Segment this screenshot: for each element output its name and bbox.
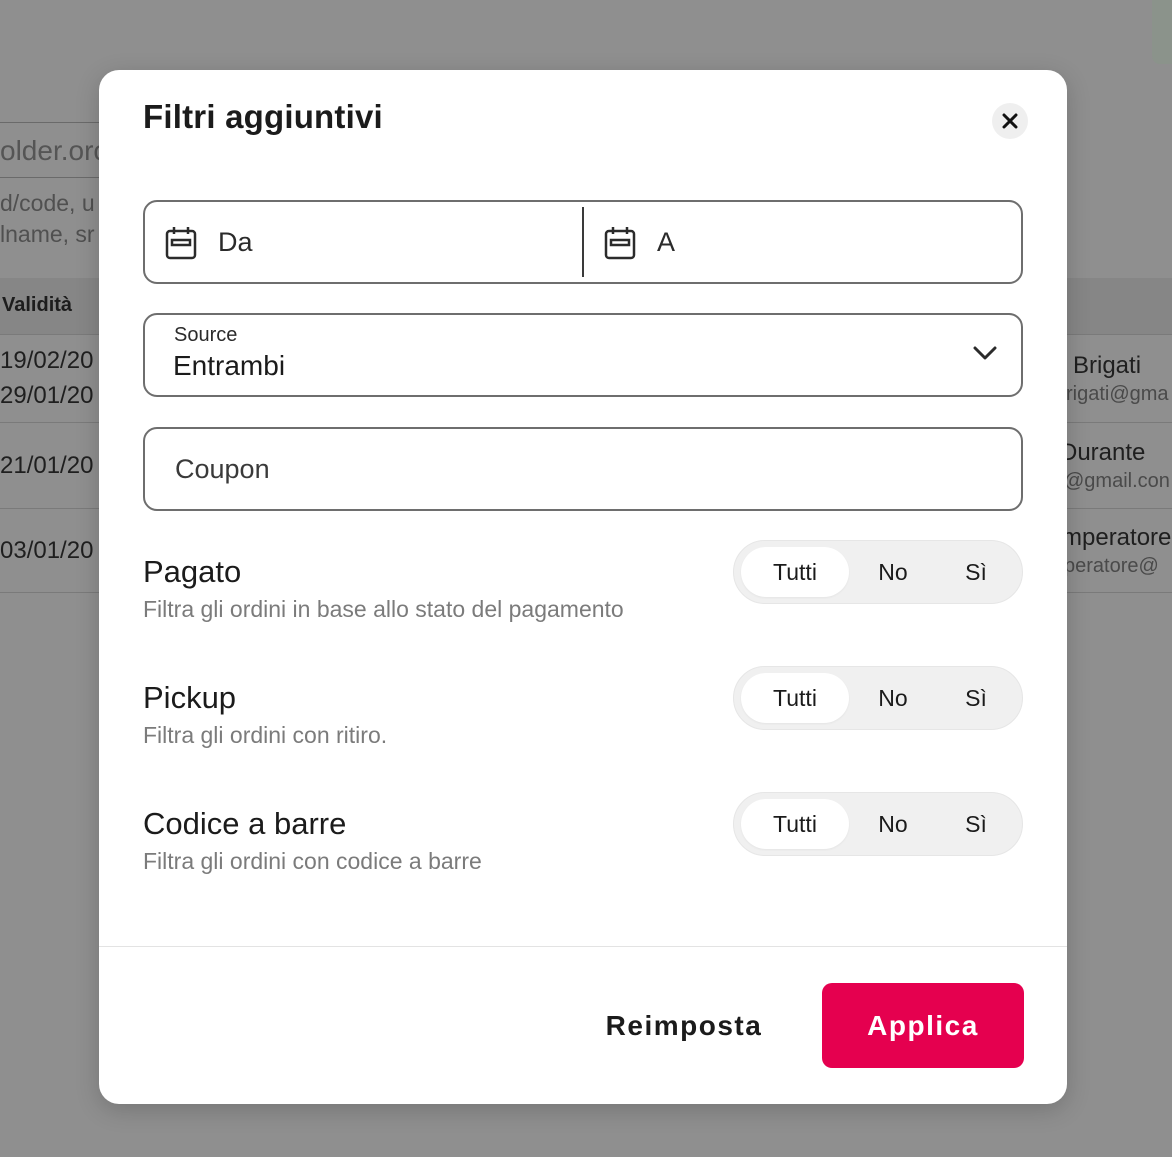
source-select[interactable]: Source Entrambi: [143, 313, 1023, 397]
segment-option-no[interactable]: No: [852, 673, 934, 723]
date-to-input[interactable]: A: [582, 207, 1021, 277]
background-corner-button: [1152, 0, 1172, 64]
filter-row-barcode: Codice a barre Filtra gli ordini con cod…: [143, 792, 1023, 886]
filter-row-pagato: Pagato Filtra gli ordini in base allo st…: [143, 540, 1023, 634]
background-column-header: Validità: [2, 294, 73, 316]
chevron-down-icon: [973, 346, 997, 360]
background-search-placeholder: older.orc: [0, 135, 108, 166]
segment-option-si[interactable]: Sì: [936, 547, 1016, 597]
segment-option-tutti[interactable]: Tutti: [741, 673, 849, 723]
segment-option-si[interactable]: Sì: [936, 799, 1016, 849]
background-row-name: Brigati: [1073, 352, 1142, 379]
filter-title: Pickup: [143, 680, 237, 715]
reset-button[interactable]: Reimposta: [584, 984, 784, 1068]
segment-option-tutti[interactable]: Tutti: [741, 547, 849, 597]
close-button[interactable]: [992, 103, 1028, 139]
background-row-email: peratore@: [1064, 555, 1159, 577]
date-from-input[interactable]: Da: [145, 202, 582, 282]
segmented-control-barcode: Tutti No Sì: [733, 792, 1023, 856]
source-label: Source: [174, 324, 238, 346]
filter-row-pickup: Pickup Filtra gli ordini con ritiro. Tut…: [143, 666, 1023, 760]
segment-option-no[interactable]: No: [852, 547, 934, 597]
background-row-date: 21/01/20: [0, 452, 94, 479]
calendar-icon: [165, 227, 197, 260]
background-row-date: 03/01/20: [0, 537, 94, 564]
segmented-control-pagato: Tutti No Sì: [733, 540, 1023, 604]
background-row-date: 19/02/20: [0, 347, 94, 374]
background-hint-line: lname, sr: [0, 221, 95, 247]
segment-option-no[interactable]: No: [852, 799, 934, 849]
close-icon: [1002, 113, 1018, 129]
coupon-input[interactable]: [143, 427, 1023, 511]
date-from-placeholder: Da: [218, 227, 253, 257]
filters-modal: Filtri aggiuntivi Da A Source Entrambi C…: [99, 70, 1067, 1104]
date-range-field: Da A: [143, 200, 1023, 284]
background-row-name: Durante: [1060, 439, 1146, 466]
modal-title: Filtri aggiuntivi: [143, 98, 383, 135]
background-hint-line: d/code, u: [0, 190, 95, 216]
source-value: Entrambi: [173, 350, 286, 381]
divider: [99, 946, 1067, 947]
filter-description: Filtra gli ordini in base allo stato del…: [143, 596, 624, 622]
background-row-name: mperatore: [1062, 524, 1172, 551]
background-row-email: rigati@gma: [1066, 383, 1169, 405]
filter-description: Filtra gli ordini con codice a barre: [143, 848, 482, 874]
filter-description: Filtra gli ordini con ritiro.: [143, 722, 388, 748]
calendar-icon: [604, 227, 636, 260]
background-row-date: 29/01/20: [0, 382, 94, 409]
filter-title: Pagato: [143, 554, 242, 589]
segment-option-tutti[interactable]: Tutti: [741, 799, 849, 849]
date-to-placeholder: A: [657, 227, 676, 257]
apply-button[interactable]: Applica: [822, 983, 1024, 1068]
filter-title: Codice a barre: [143, 806, 347, 841]
segmented-control-pickup: Tutti No Sì: [733, 666, 1023, 730]
background-row-email: @gmail.con: [1064, 470, 1170, 492]
segment-option-si[interactable]: Sì: [936, 673, 1016, 723]
